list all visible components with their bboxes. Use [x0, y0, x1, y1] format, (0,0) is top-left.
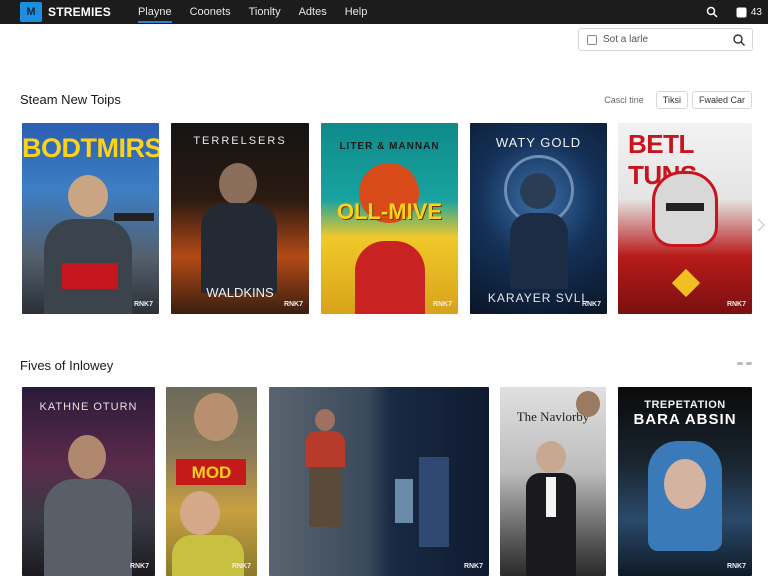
top-right-controls: 43	[704, 4, 762, 20]
poster-rating-tag: RNK7	[129, 563, 149, 570]
poster-artwork	[546, 477, 556, 517]
poster-artwork	[180, 491, 220, 535]
nav-item-adtes[interactable]: Adtes	[290, 0, 336, 24]
poster-subtitle: WALDKINS	[206, 285, 274, 300]
poster-artwork	[664, 459, 706, 509]
poster-rating-tag: RNK7	[432, 301, 452, 308]
poster-artwork	[201, 203, 277, 293]
movie-poster[interactable]: BETL TUNS RNK7	[618, 123, 752, 314]
poster-artwork	[194, 393, 238, 441]
poster-rating-tag: RNK7	[581, 301, 601, 308]
poster-rating-tag: RNK7	[726, 301, 746, 308]
poster-rating-tag: RNK7	[231, 563, 251, 570]
more-options-icon[interactable]	[737, 362, 752, 365]
user-icon[interactable]	[736, 6, 748, 18]
search-icon[interactable]	[704, 4, 720, 20]
filter-chip[interactable]: Fwaled Car	[691, 91, 752, 109]
poster-artwork	[510, 213, 568, 289]
poster-artwork	[309, 467, 341, 527]
poster-artwork	[536, 441, 566, 473]
app-logo[interactable]: M	[20, 2, 42, 22]
movie-poster[interactable]: LITER & MANNAN OLL-MIVE RNK7	[321, 123, 458, 314]
poster-title: MOD	[191, 463, 232, 482]
search-filter-icon	[587, 34, 597, 45]
poster-subtitle: TREPETATION	[644, 399, 726, 411]
search-input[interactable]	[603, 34, 723, 45]
poster-title: TERRELSERS	[193, 135, 287, 147]
poster-title: BODTMIRS	[22, 133, 159, 163]
nav-item-tionlty[interactable]: Tionlty	[240, 0, 290, 24]
poster-artwork	[68, 175, 108, 217]
poster-artwork	[576, 391, 600, 417]
poster-artwork	[355, 241, 425, 314]
poster-artwork	[666, 203, 704, 211]
poster-title: BARA ABSIN	[633, 411, 737, 428]
poster-title: KATHNE OTURN	[39, 401, 138, 413]
nav-item-help[interactable]: Help	[336, 0, 377, 24]
filter-chip[interactable]: Tiksi	[655, 91, 688, 109]
movie-poster[interactable]: MOD RNK7	[166, 387, 257, 576]
section-title: Steam New Toips	[20, 92, 121, 107]
brand-name[interactable]: STREMIES	[48, 5, 111, 19]
poster-artwork	[315, 409, 335, 431]
poster-title: WATY GOLD	[495, 135, 582, 150]
nav-item-coonets[interactable]: Coonets	[181, 0, 240, 24]
search-icon[interactable]	[732, 33, 746, 47]
movie-poster[interactable]: KATHNE OTURN RNK7	[22, 387, 155, 576]
next-arrow-icon[interactable]	[754, 210, 768, 240]
nav-item-playne[interactable]: Playne	[129, 0, 181, 24]
movie-poster[interactable]: TERRELSERS WALDKINS RNK7	[171, 123, 309, 314]
movie-poster[interactable]: The Navlorby	[500, 387, 606, 576]
poster-artwork	[395, 479, 413, 523]
section-title: Fives of Inlowey	[20, 358, 114, 373]
poster-subtitle: LITER & MANNAN	[339, 141, 440, 152]
poster-artwork	[114, 213, 154, 221]
top-navigation-bar: M STREMIES Playne Coonets Tionlty Adtes …	[0, 0, 768, 24]
sort-controls: Cascl tine Tiksi Fwaled Car	[604, 91, 752, 109]
poster-title: OLL-MIVE	[336, 199, 443, 224]
poster-artwork	[219, 163, 257, 205]
main-nav: Playne Coonets Tionlty Adtes Help	[129, 0, 376, 24]
movie-poster[interactable]: TREPETATION BARA ABSIN RNK7	[618, 387, 752, 576]
poster-rating-tag: RNK7	[726, 563, 746, 570]
poster-rating-tag: RNK7	[283, 301, 303, 308]
poster-artwork	[68, 435, 106, 479]
search-box	[578, 28, 753, 51]
poster-artwork	[62, 263, 118, 289]
poster-artwork	[305, 431, 345, 467]
poster-artwork	[671, 268, 701, 298]
user-account-label[interactable]: 43	[751, 7, 762, 18]
poster-rating-tag: RNK7	[133, 301, 153, 308]
poster-rating-tag: RNK7	[463, 563, 483, 570]
poster-artwork	[520, 173, 556, 209]
movie-poster[interactable]: RNK7	[269, 387, 489, 576]
movie-poster[interactable]: WATY GOLD KARAYER SVLL RNK7	[470, 123, 607, 314]
poster-artwork	[44, 479, 132, 576]
sort-label: Cascl tine	[604, 95, 644, 105]
poster-artwork	[419, 457, 449, 547]
movie-poster[interactable]: BODTMIRS RNK7	[22, 123, 159, 314]
